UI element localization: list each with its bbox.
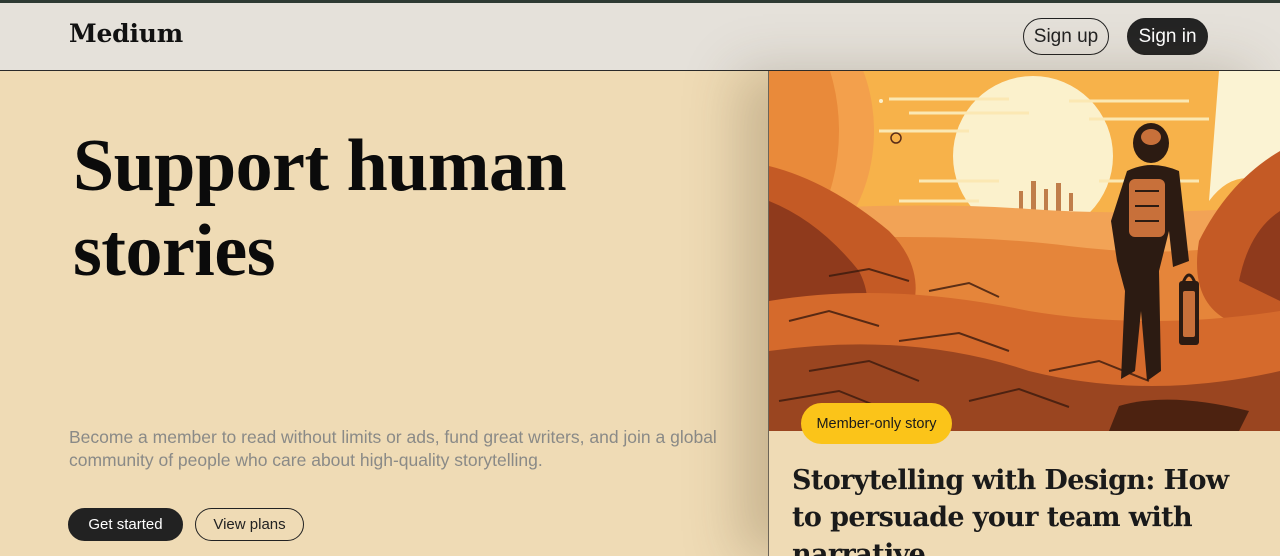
story-title[interactable]: Storytelling with Design: How to persuad… xyxy=(792,462,1262,556)
hero-section: Support human stories Become a member to… xyxy=(0,72,768,556)
hero-subtitle: Become a member to read without limits o… xyxy=(69,427,717,470)
navbar: Medium Sign up Sign in xyxy=(0,3,1280,71)
sign-in-button[interactable]: Sign in xyxy=(1127,18,1208,55)
sign-up-button[interactable]: Sign up xyxy=(1023,18,1109,55)
story-illustration[interactable] xyxy=(769,71,1280,431)
view-plans-button[interactable]: View plans xyxy=(195,508,304,541)
get-started-button[interactable]: Get started xyxy=(68,508,183,541)
member-only-badge: Member-only story xyxy=(801,403,952,444)
medium-logo[interactable]: Medium xyxy=(69,19,183,48)
hero-title: Support human stories xyxy=(73,125,567,292)
featured-story-card[interactable]: Member-only story Storytelling with Desi… xyxy=(768,71,1280,556)
